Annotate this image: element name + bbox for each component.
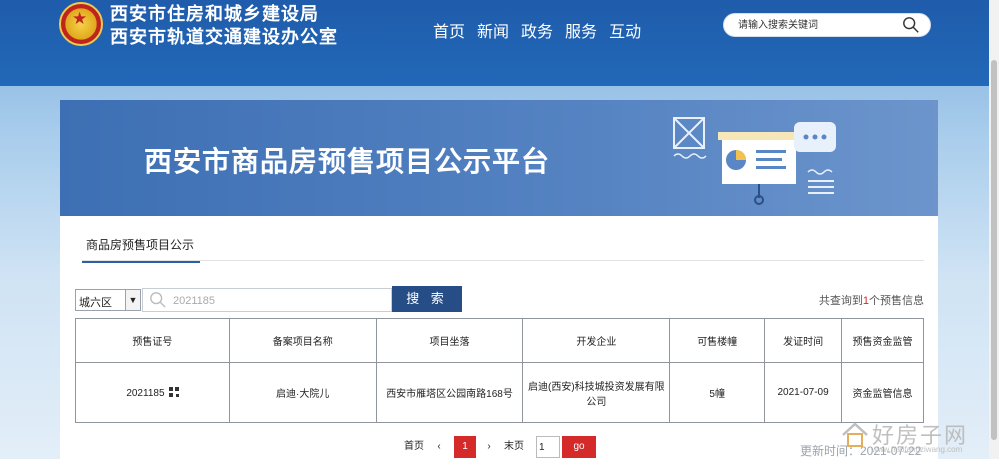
presale-table: 预售证号 备案项目名称 项目坐落 开发企业 可售楼幢 发证时间 预售资金监管 2… [75, 318, 924, 423]
pager-page-input[interactable]: 1 [536, 436, 560, 458]
col-header-fund: 预售资金监管 [841, 318, 924, 363]
pager-current-page[interactable]: 1 [454, 436, 476, 458]
national-emblem-icon [59, 2, 103, 46]
house-logo-icon [842, 422, 868, 447]
col-header-location: 项目坐落 [375, 318, 524, 363]
col-header-buildings: 可售楼幢 [669, 318, 766, 363]
pager-last[interactable]: 末页 [502, 436, 526, 458]
tab-divider [82, 260, 924, 261]
result-count-prefix: 共查询到 [818, 295, 863, 307]
presentation-illustration-icon [673, 117, 836, 205]
nav-services[interactable]: 服务 [565, 18, 597, 42]
col-header-developer: 开发企业 [522, 318, 671, 363]
site-header: 西安市住房和城乡建设局 西安市轨道交通建设办公室 首页 新闻 政务 服务 互动 [0, 0, 989, 86]
col-header-issue-date: 发证时间 [764, 318, 843, 363]
cell-issue-date: 2021-07-09 [764, 362, 843, 423]
table-header-row: 预售证号 备案项目名称 项目坐落 开发企业 可售楼幢 发证时间 预售资金监管 [75, 318, 924, 363]
platform-banner: 西安市商品房预售项目公示平台 [60, 100, 938, 216]
site-search [723, 13, 931, 37]
pager-go-button[interactable]: go [562, 436, 596, 458]
main-nav: 首页 新闻 政务 服务 互动 [433, 18, 641, 42]
search-icon [150, 292, 166, 308]
site-search-input[interactable] [738, 17, 898, 33]
project-search [142, 288, 392, 312]
cell-project[interactable]: 启迪·大院儿 [228, 362, 377, 423]
district-select-value: 城六区 [79, 297, 112, 309]
search-icon[interactable] [902, 16, 920, 34]
nav-government[interactable]: 政务 [521, 18, 553, 42]
col-header-cert-no: 预售证号 [75, 318, 230, 363]
pager-prev[interactable]: ‹ [430, 436, 448, 458]
project-search-input[interactable] [173, 293, 373, 308]
district-select[interactable]: 城六区 ▼ [75, 289, 141, 311]
cert-no-text: 2021185 [126, 387, 165, 399]
result-count-suffix: 个预售信息 [869, 295, 924, 307]
cell-cert-no: 2021185 [75, 362, 230, 423]
cell-developer: 启迪(西安)科技城投资发展有限公司 [522, 362, 671, 423]
org-name-secondary: 西安市轨道交通建设办公室 [110, 27, 338, 48]
scrollbar-thumb[interactable] [991, 60, 997, 440]
cell-location: 西安市雁塔区公园南路168号 [375, 362, 524, 423]
nav-home[interactable]: 首页 [433, 18, 465, 42]
qr-code-icon[interactable] [168, 386, 179, 397]
chevron-down-icon[interactable]: ▼ [125, 290, 140, 310]
content-panel: 商品房预售项目公示 城六区 ▼ 搜 索 共查询到1个预售信息 预售证号 备案项目… [60, 216, 938, 459]
cell-buildings[interactable]: 5幢 [669, 362, 766, 423]
pager-first[interactable]: 首页 [402, 436, 426, 458]
result-count: 共查询到1个预售信息 [819, 292, 924, 308]
page-scrollbar[interactable] [989, 0, 999, 459]
nav-interaction[interactable]: 互动 [609, 18, 641, 42]
search-button[interactable]: 搜 索 [392, 286, 462, 312]
watermark-logo: 好房子网 www.haofangziwang.com [836, 414, 996, 459]
table-row: 2021185 启迪·大院儿 西安市雁塔区公园南路168号 启迪(西安)科技城投… [75, 362, 924, 423]
tab-presale-projects[interactable]: 商品房预售项目公示 [82, 236, 201, 263]
watermark-url: www.haofangziwang.com [872, 445, 963, 454]
page-title: 西安市商品房预售项目公示平台 [144, 145, 551, 178]
col-header-project: 备案项目名称 [228, 318, 377, 363]
pager-next[interactable]: › [480, 436, 498, 458]
nav-news[interactable]: 新闻 [477, 18, 509, 42]
